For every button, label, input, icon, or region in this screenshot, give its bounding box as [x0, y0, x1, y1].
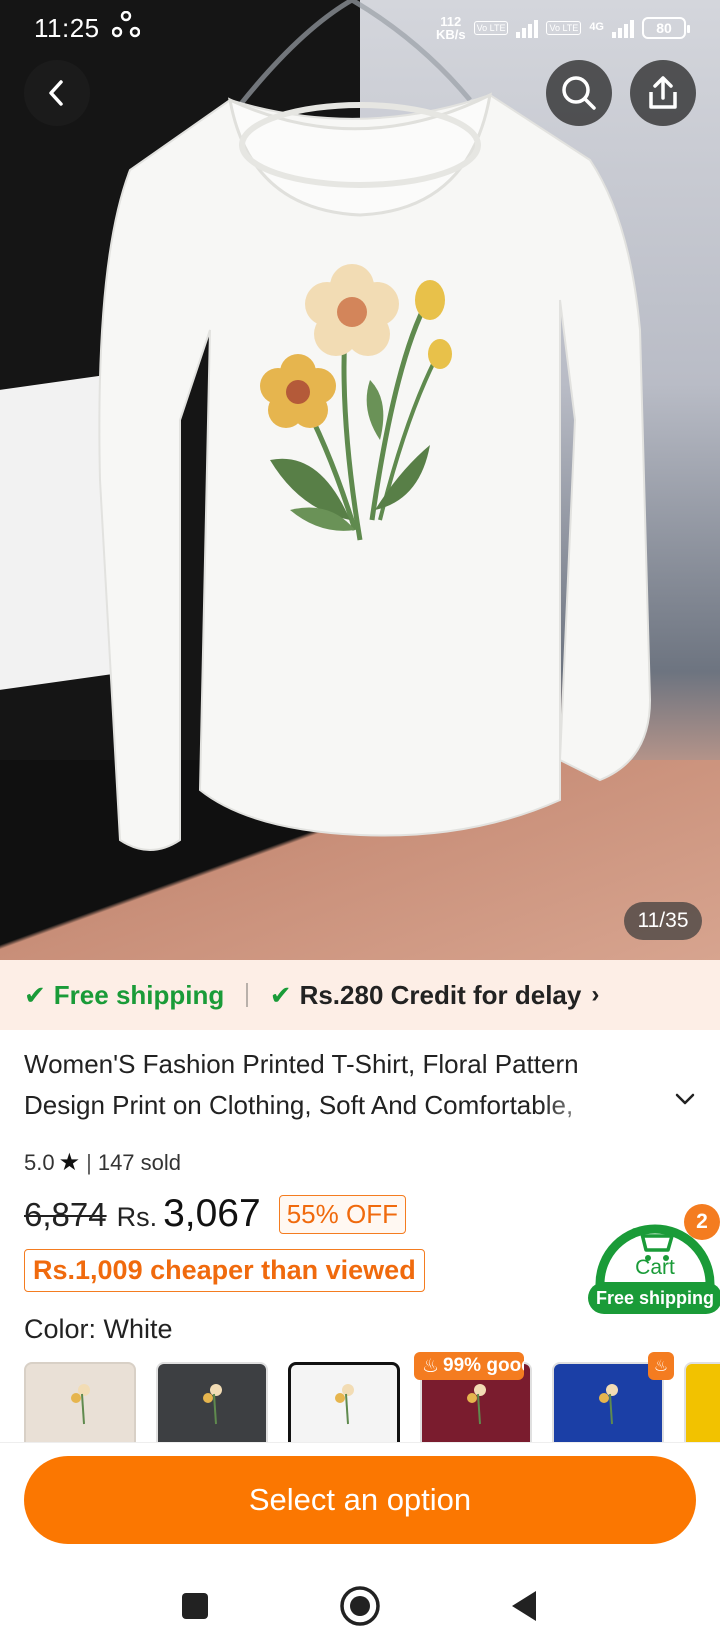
title-fade: [540, 1085, 630, 1126]
triangle-back-icon: [512, 1591, 536, 1621]
battery-level: 80: [656, 20, 672, 36]
currency: Rs.: [116, 1202, 158, 1232]
status-indicators: 112 KB/s Vo LTE Vo LTE 4G 80: [436, 15, 690, 41]
swatch-yellow[interactable]: [684, 1362, 720, 1442]
network-type: 4G: [589, 21, 604, 33]
cart-count-badge: 2: [684, 1204, 720, 1240]
volte-badge: Vo LTE: [473, 21, 509, 35]
discount-badge: 55% OFF: [278, 1194, 406, 1234]
flame-icon: ♨: [422, 1355, 440, 1377]
star-icon: ★: [58, 1149, 81, 1176]
back-button[interactable]: [24, 60, 90, 126]
original-price: 6,874: [24, 1196, 107, 1233]
signal-icon: [516, 18, 539, 38]
signal-icon-2: [612, 18, 634, 38]
share-icon: [649, 76, 677, 109]
color-label-value: White: [103, 1314, 173, 1344]
product-image[interactable]: [0, 0, 720, 960]
net-speed-unit: KB/s: [435, 27, 466, 42]
rating-tag-label: 99% good: [443, 1355, 524, 1376]
home-button[interactable]: [338, 1584, 382, 1628]
tshirt-illustration: [98, 0, 652, 851]
cheaper-note: Rs.1,009 cheaper than viewed: [24, 1249, 425, 1292]
delay-credit-label: Rs.280 Credit for delay: [299, 979, 582, 1010]
chevron-down-icon: [675, 1093, 695, 1105]
check-icon: ✔: [24, 979, 46, 1010]
sync-icon: [111, 10, 140, 45]
swatch-white[interactable]: [288, 1362, 400, 1442]
rating-row[interactable]: 5.0 ★ | 147 sold: [24, 1148, 181, 1177]
chevron-right-icon: ›: [591, 981, 600, 1008]
recents-button[interactable]: [173, 1584, 217, 1628]
swatch-beige[interactable]: [24, 1362, 136, 1442]
sold-count: 147 sold: [97, 1149, 182, 1175]
status-bar: 11:25 112 KB/s Vo LTE Vo LTE 4G 80: [0, 0, 720, 56]
network-speed: 112 KB/s: [436, 15, 466, 41]
image-counter: 11/35: [624, 902, 702, 940]
cart-label: Cart: [635, 1256, 675, 1279]
select-option-button[interactable]: Select an option: [24, 1456, 696, 1544]
square-icon: [182, 1593, 208, 1619]
swatch-dark-gray[interactable]: [156, 1362, 268, 1442]
battery-icon: 80: [642, 17, 690, 39]
separator: |: [86, 1149, 92, 1175]
free-shipping-label: Free shipping: [53, 979, 225, 1010]
delay-credit-info[interactable]: ✔ Rs.280 Credit for delay ›: [270, 980, 600, 1011]
rating-tag: ♨ 99% good: [414, 1352, 524, 1380]
shipping-strip[interactable]: ✔ Free shipping ✔ Rs.280 Credit for dela…: [0, 960, 720, 1030]
price-row: 6,874 Rs. 3,067 55% OFF: [24, 1192, 406, 1236]
rating-value: 5.0: [24, 1149, 55, 1175]
color-label-key: Color:: [24, 1314, 97, 1344]
color-label: Color: White: [24, 1314, 173, 1345]
check-icon: ✔: [269, 979, 292, 1010]
search-icon: [562, 76, 596, 110]
cart-free-shipping: Free shipping: [588, 1282, 720, 1314]
product-title: Women'S Fashion Printed T-Shirt, Floral …: [24, 1049, 579, 1120]
expand-title-button[interactable]: [668, 1082, 702, 1116]
free-shipping-info: ✔ Free shipping: [24, 980, 224, 1011]
volte-badge-2: Vo LTE: [546, 21, 582, 35]
status-time: 11:25: [34, 12, 100, 43]
circle-icon: [340, 1586, 380, 1626]
sale-price: 3,067: [163, 1192, 261, 1235]
search-button[interactable]: [546, 60, 612, 126]
flame-icon: ♨: [648, 1352, 674, 1380]
cart-button[interactable]: Cart 2 Free shipping: [588, 1204, 720, 1314]
share-button[interactable]: [630, 60, 696, 126]
color-swatches: [24, 1362, 720, 1442]
chevron-left-icon: [49, 80, 63, 106]
divider: [246, 983, 248, 1007]
system-back-button[interactable]: [502, 1584, 546, 1628]
